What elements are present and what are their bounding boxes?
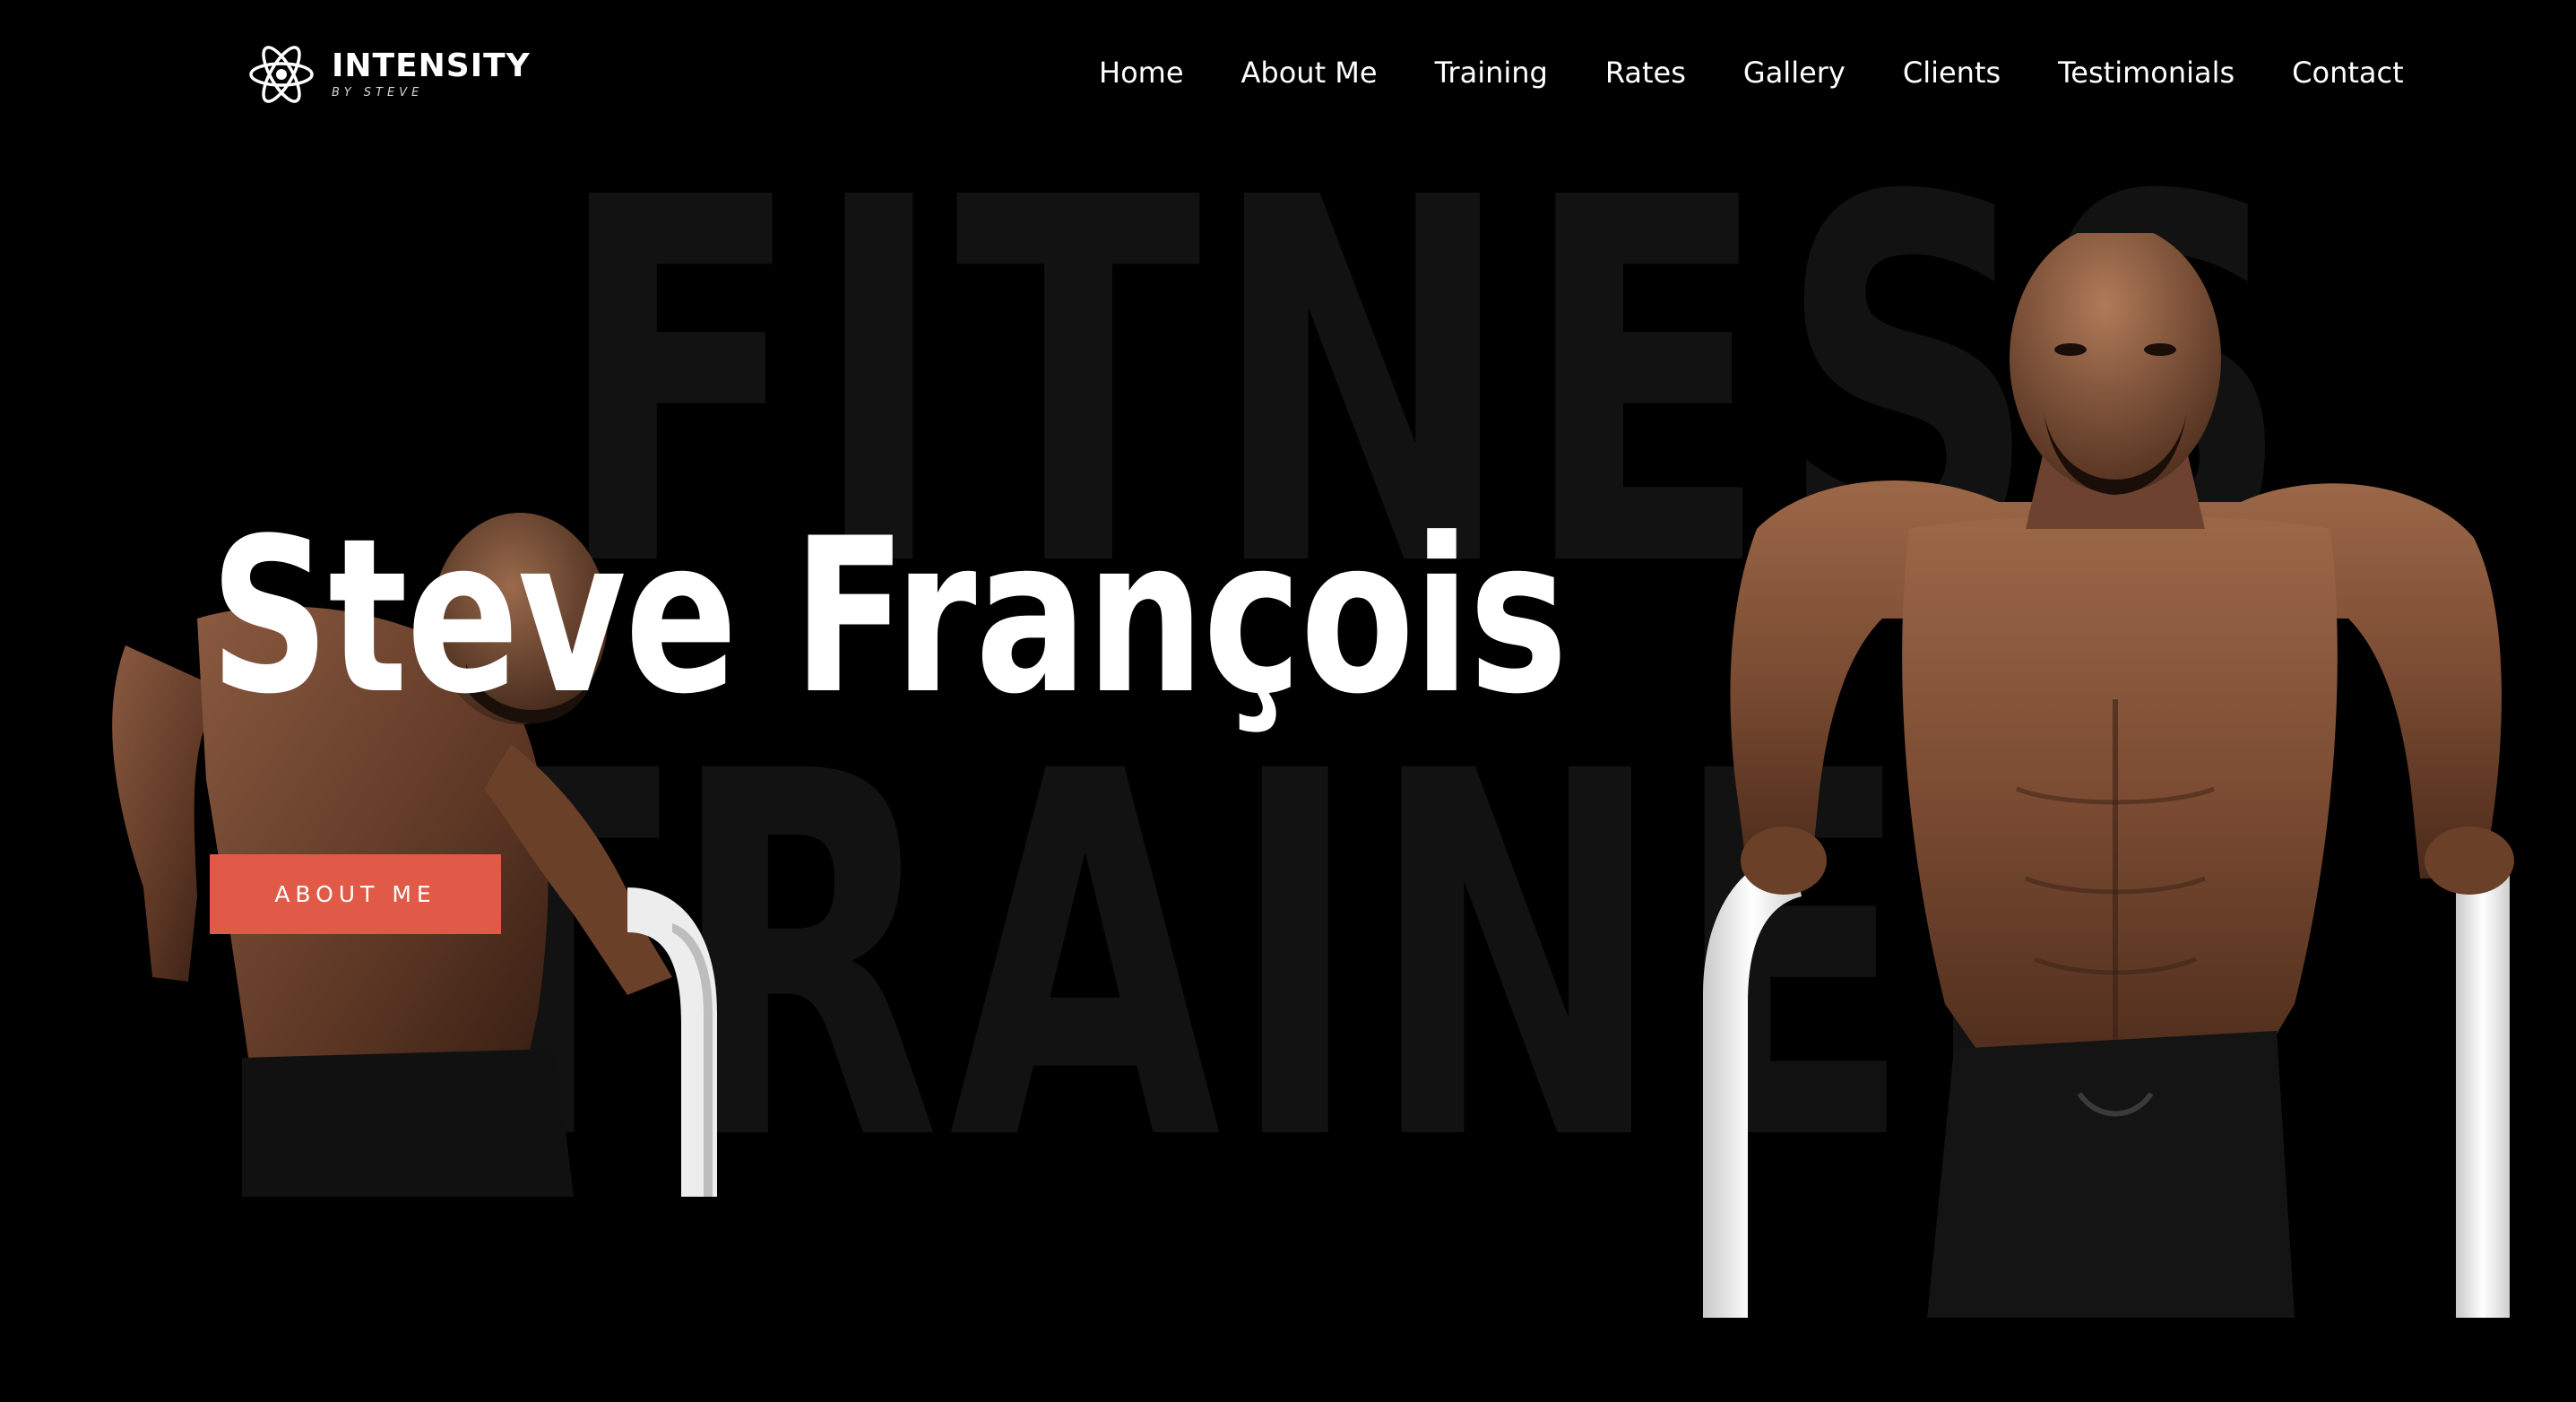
nav-training[interactable]: Training bbox=[1435, 52, 1548, 93]
brand-text: INTENSITY BY STEVE bbox=[332, 48, 531, 100]
nav-testimonials[interactable]: Testimonials bbox=[2058, 52, 2235, 93]
nav-gallery[interactable]: Gallery bbox=[1743, 52, 1846, 93]
brand-name: INTENSITY bbox=[332, 48, 531, 84]
nav-contact[interactable]: Contact bbox=[2292, 52, 2404, 93]
hero-title: Steve François bbox=[210, 493, 1568, 741]
nav-home[interactable]: Home bbox=[1099, 52, 1184, 93]
brand-logo[interactable]: INTENSITY BY STEVE bbox=[247, 34, 531, 115]
nav-about-me[interactable]: About Me bbox=[1241, 52, 1378, 93]
brand-tagline: BY STEVE bbox=[332, 86, 424, 100]
hero-page: FITNESS TRAINER INTENSITY BY STEVE Home … bbox=[0, 0, 2576, 1402]
nav-rates[interactable]: Rates bbox=[1605, 52, 1686, 93]
main-navigation: Home About Me Training Rates Gallery Cli… bbox=[1099, 52, 2404, 93]
nav-clients[interactable]: Clients bbox=[1903, 52, 2001, 93]
athlete-photo-right bbox=[1703, 233, 2514, 1318]
about-me-button[interactable]: ABOUT ME bbox=[210, 854, 501, 934]
atom-icon bbox=[249, 46, 314, 103]
